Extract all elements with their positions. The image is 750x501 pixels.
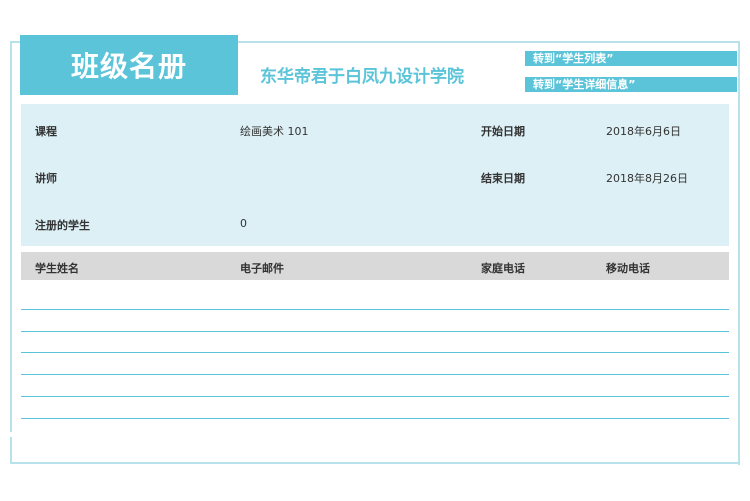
column-student-name: 学生姓名 — [35, 262, 79, 275]
enrolled-count: 0 — [240, 217, 247, 230]
course-info-panel: 课程 绘画美术 101 开始日期 2018年6月6日 讲师 结束日期 2018年… — [21, 104, 729, 246]
student-table-header: 学生姓名 电子邮件 家庭电话 移动电话 — [21, 252, 729, 280]
table-row[interactable] — [21, 396, 729, 397]
end-date-value[interactable]: 2018年8月26日 — [606, 170, 688, 186]
enrolled-label: 注册的学生 — [35, 219, 90, 232]
column-home-phone: 家庭电话 — [481, 262, 525, 275]
instructor-label: 讲师 — [35, 172, 57, 185]
title-banner: 班级名册 — [20, 35, 238, 95]
frame-right-border — [738, 41, 740, 465]
column-email: 电子邮件 — [240, 262, 284, 275]
start-date-value[interactable]: 2018年6月6日 — [606, 123, 681, 139]
column-mobile-phone: 移动电话 — [606, 262, 650, 275]
table-row[interactable] — [21, 309, 729, 310]
goto-student-list-link[interactable]: 转到“学生列表” — [525, 51, 737, 66]
page-title: 班级名册 — [70, 50, 187, 83]
course-label: 课程 — [35, 125, 57, 138]
school-name: 东华帝君于白凤九设计学院 — [260, 67, 464, 87]
start-date-label: 开始日期 — [481, 125, 525, 138]
course-value[interactable]: 绘画美术 101 — [240, 123, 309, 139]
end-date-label: 结束日期 — [481, 172, 525, 185]
table-row[interactable] — [21, 352, 729, 353]
table-row[interactable] — [21, 418, 729, 419]
frame-left-border-lower — [10, 437, 12, 463]
frame-bottom-border — [10, 462, 740, 464]
goto-student-details-link[interactable]: 转到“学生详细信息” — [525, 77, 737, 92]
table-row[interactable] — [21, 374, 729, 375]
table-row[interactable] — [21, 331, 729, 332]
frame-left-border — [10, 42, 12, 432]
